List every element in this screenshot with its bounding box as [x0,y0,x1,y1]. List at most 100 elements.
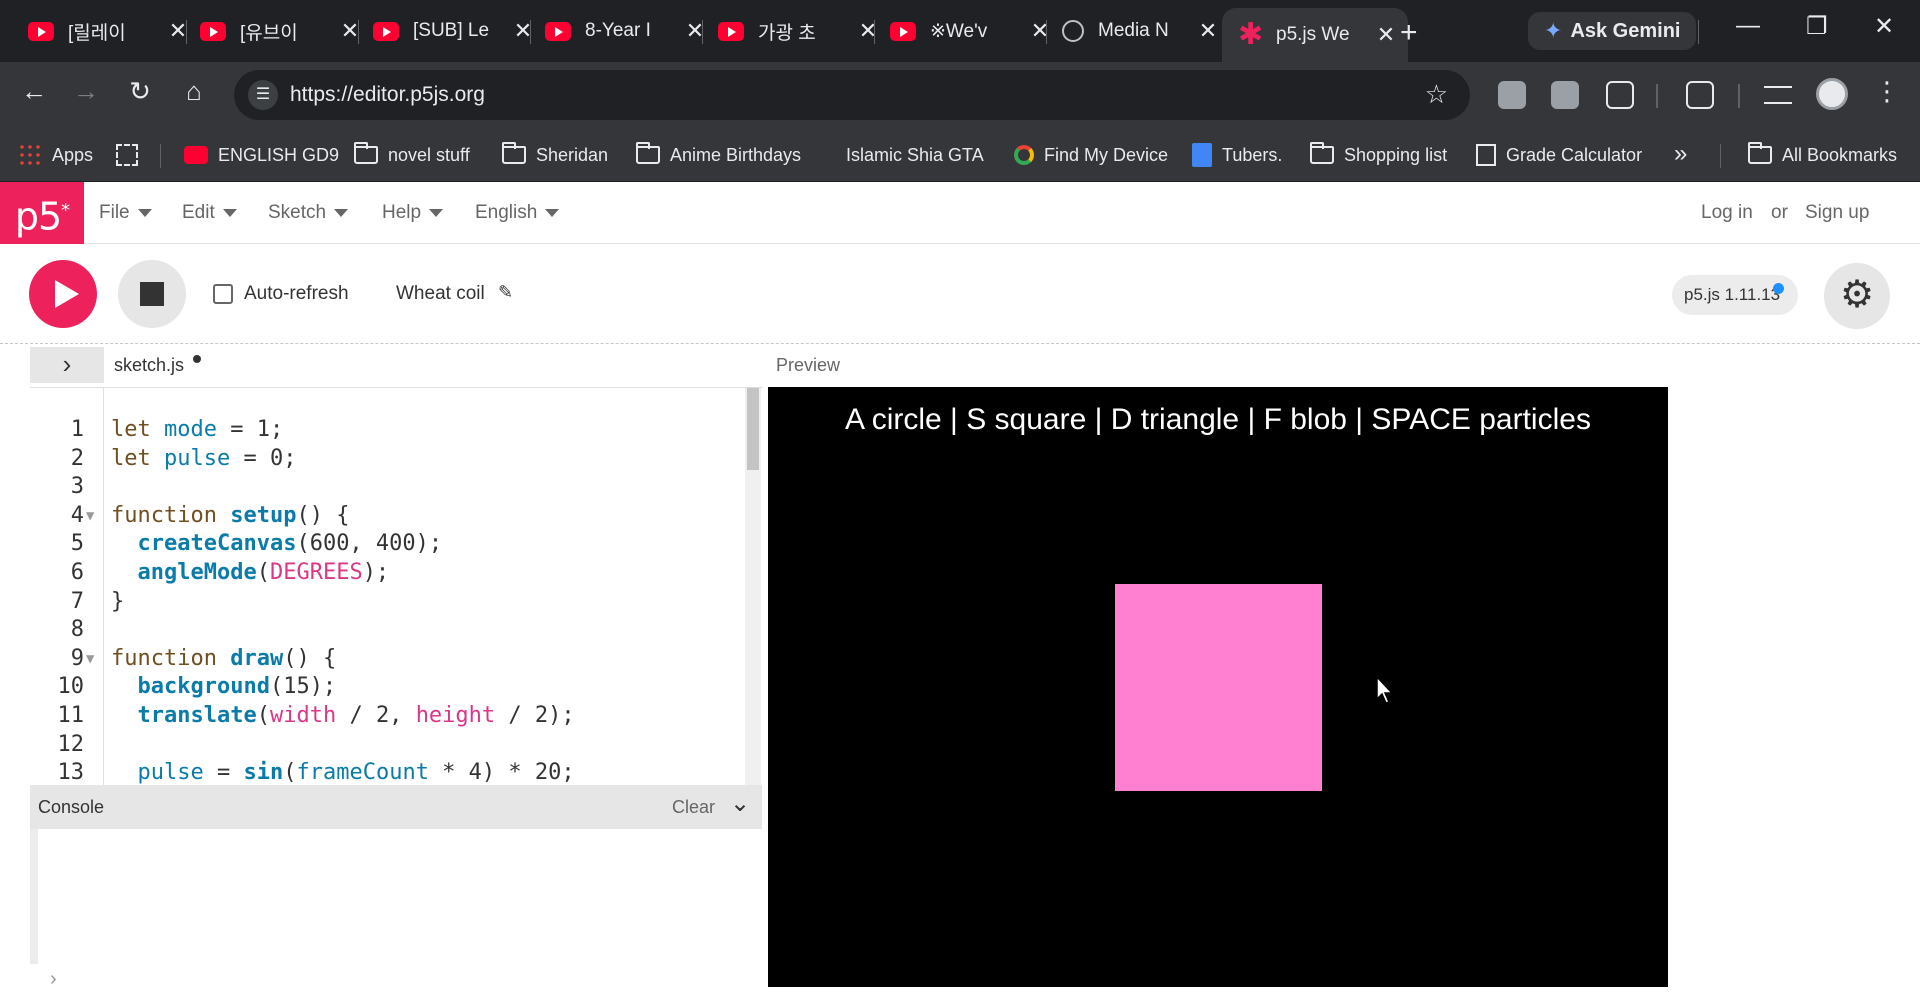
bookmark-item[interactable]: Tubers. [1192,138,1282,172]
sketch-name[interactable]: Wheat coil [396,283,485,305]
browser-tab[interactable]: 가광 초 ✕ [698,12,890,50]
restore-button[interactable]: ❐ [1806,12,1828,41]
close-tab-icon[interactable]: ✕ [1196,18,1220,44]
code-text[interactable]: function draw() { [111,645,336,673]
browser-tab[interactable]: ※We'v ✕ [870,12,1062,50]
sidebar-expand-button[interactable]: › [30,347,104,383]
login-link[interactable]: Log in [1701,202,1753,224]
extension-sb-icon[interactable] [1551,81,1579,109]
profile-avatar[interactable] [1816,78,1848,110]
bookmark-grid[interactable] [116,138,148,172]
extension-icon[interactable] [1498,81,1526,109]
signup-link[interactable]: Sign up [1805,202,1869,224]
home-button[interactable]: ⌂ [176,76,212,107]
stop-button[interactable] [118,260,186,328]
menu-file[interactable]: File [99,202,152,224]
code-line[interactable]: 2 let pulse = 0; [30,445,762,473]
browser-tab[interactable]: 8-Year I ✕ [525,12,717,50]
file-tab-sketch[interactable]: sketch.js [114,355,184,376]
fold-arrow-icon[interactable]: ▼ [86,645,94,673]
bookmark-folder[interactable]: Sheridan [502,138,608,172]
bookmark-folder[interactable]: novel stuff [354,138,470,172]
editor-scrollbar[interactable] [745,388,761,785]
code-text[interactable]: } [111,588,124,616]
code-text[interactable]: function setup() { [111,502,349,530]
browser-tab[interactable]: [SUB] Le ✕ [353,12,545,50]
p5-logo[interactable]: p5* [0,182,84,244]
code-line[interactable]: 5 createCanvas(600, 400); [30,530,762,558]
console-output[interactable] [30,829,762,964]
bookmarks-bar: Apps ENGLISH GD9 novel stuff Sheridan An… [0,128,1920,182]
edit-pencil-icon[interactable]: ✎ [498,282,513,303]
code-text[interactable]: pulse = sin(frameCount * 4) * 20; [111,759,575,785]
p5-nav-bar: p5* File Edit Sketch Help English Log in… [0,182,1920,244]
menu-edit[interactable]: Edit [182,202,237,224]
extensions-puzzle-icon[interactable] [1606,81,1634,109]
code-text[interactable]: background(15); [111,673,337,701]
folder-icon [354,142,378,164]
code-line[interactable]: 6 angleMode(DEGREES); [30,559,762,587]
version-badge[interactable]: p5.js 1.11.13 [1672,275,1799,315]
preview-canvas[interactable]: A circle | S square | D triangle | F blo… [768,387,1668,987]
bookmark-item[interactable]: ENGLISH GD9 [184,138,339,172]
console-prompt-icon[interactable]: › [50,968,57,991]
chevron-down-icon[interactable]: ⌄ [730,789,750,818]
back-button[interactable]: ← [16,76,52,107]
close-tab-icon[interactable]: ✕ [1374,22,1398,48]
bookmark-apps[interactable]: Apps [18,138,93,172]
auto-refresh-checkbox[interactable] [213,284,233,304]
code-line[interactable]: 8 [30,616,762,644]
editor-scroll-thumb[interactable] [747,388,759,470]
media-control-icon[interactable] [1764,86,1792,104]
code-line[interactable]: 1 let mode = 1; [30,416,762,444]
tab-search-icon[interactable] [1686,81,1714,109]
bookmarks-overflow-icon[interactable]: » [1674,140,1687,168]
bookmark-folder[interactable]: Anime Birthdays [636,138,801,172]
forward-button[interactable]: → [68,76,104,107]
bookmark-folder[interactable]: Shopping list [1310,138,1447,172]
reload-button[interactable]: ↻ [122,76,158,107]
console-clear-button[interactable]: Clear [672,797,715,818]
bookmark-item[interactable]: Find My Device [1014,138,1168,172]
code-text[interactable]: translate(width / 2, height / 2); [111,702,575,730]
all-bookmarks[interactable]: All Bookmarks [1748,138,1897,172]
menu-help[interactable]: Help [382,202,443,224]
play-button[interactable] [29,260,97,328]
settings-gear-icon[interactable]: ⚙ [1824,263,1890,329]
close-window-button[interactable]: ✕ [1874,12,1894,41]
fold-arrow-icon[interactable]: ▼ [86,502,94,530]
code-line[interactable]: 13 pulse = sin(frameCount * 4) * 20; [30,759,762,785]
bookmark-star-icon[interactable]: ☆ [1425,79,1448,110]
new-tab-button[interactable]: + [1400,16,1418,50]
address-bar[interactable]: ☰ https://editor.p5js.org ☆ [234,70,1470,120]
code-text[interactable]: createCanvas(600, 400); [111,530,443,558]
site-settings-icon[interactable]: ☰ [248,80,278,110]
code-line[interactable]: 4 ▼ function setup() { [30,502,762,530]
code-line[interactable]: 9 ▼ function draw() { [30,645,762,673]
code-text[interactable]: let pulse = 0; [111,445,296,473]
code-editor[interactable]: 1 let mode = 1; 2 let pulse = 0; 3 4 ▼ function… [30,387,762,785]
code-line[interactable]: 7} [30,588,762,616]
code-text[interactable]: let mode = 1; [111,416,283,444]
auto-refresh-label[interactable]: Auto-refresh [244,283,349,305]
youtube-icon [200,21,226,41]
browser-menu-icon[interactable]: ⋮ [1874,76,1900,107]
minimize-button[interactable]: — [1736,12,1760,40]
code-text[interactable]: angleMode(DEGREES); [111,559,390,587]
browser-tab[interactable]: [유브이 ✕ [180,12,372,50]
menu-language[interactable]: English [475,202,559,224]
browser-tab-active[interactable]: ✱ p5.js We ✕ [1222,8,1408,62]
menu-sketch[interactable]: Sketch [268,202,348,224]
browser-tab[interactable]: [릴레이 ✕ [8,12,200,50]
code-line[interactable]: 12 [30,731,762,759]
ask-gemini-button[interactable]: ✦ Ask Gemini [1528,12,1697,50]
preview-label: Preview [776,355,841,375]
bookmark-icon [826,146,836,164]
url-text[interactable]: https://editor.p5js.org [290,83,485,107]
bookmark-item[interactable]: Grade Calculator [1476,138,1642,172]
browser-tab[interactable]: Media N ✕ [1042,12,1230,50]
code-line[interactable]: 11 translate(width / 2, height / 2); [30,702,762,730]
bookmark-item[interactable]: Islamic Shia GTA [826,138,984,172]
code-line[interactable]: 3 [30,473,762,501]
code-line[interactable]: 10 background(15); [30,673,762,701]
